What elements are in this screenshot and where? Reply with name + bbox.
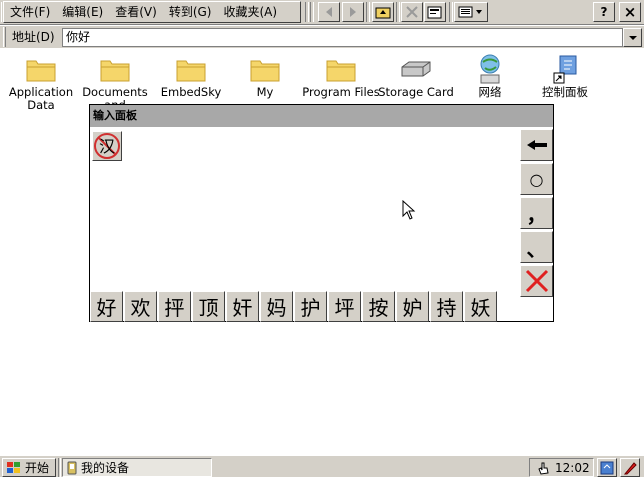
start-button[interactable]: 开始 [2, 458, 56, 477]
forward-arrow-icon [350, 7, 356, 17]
icon-label: EmbedSky [160, 85, 222, 99]
icon-my[interactable]: My [228, 52, 302, 99]
back-arrow-icon [326, 7, 332, 17]
start-label: 开始 [25, 461, 50, 475]
menu-bar: 文件(F) 编辑(E) 查看(V) 转到(G) 收藏夹(A) [3, 1, 301, 23]
red-x-icon [525, 269, 548, 293]
enumeration-comma-key[interactable]: 、 [520, 231, 553, 263]
file-list: ApplicationData Documentsand EmbedSky My… [0, 52, 644, 112]
toolbar-separator [396, 2, 400, 22]
icon-control-panel[interactable]: 控制面板 [528, 52, 602, 99]
candidate-key[interactable]: 欢 [124, 291, 157, 322]
storage-card-icon [396, 52, 436, 86]
candidate-key[interactable]: 妒 [396, 291, 429, 322]
up-folder-icon [375, 7, 391, 19]
icon-label: Storage Card [378, 85, 454, 99]
address-input[interactable]: 你好 [62, 28, 623, 47]
address-bar: 地址(D) 你好 [0, 26, 644, 48]
close-button[interactable]: × [619, 2, 641, 22]
view-menu-icon [458, 6, 482, 18]
forward-button[interactable] [342, 2, 364, 22]
chinese-mode-icon: 汉 [94, 133, 120, 159]
view-menu-button[interactable] [454, 2, 488, 22]
desktop-switch-button[interactable] [597, 458, 617, 477]
icon-storage-card[interactable]: Storage Card [378, 52, 454, 99]
input-panel-title: 输入面板 [90, 105, 553, 127]
menu-edit[interactable]: 编辑(E) [56, 2, 109, 22]
candidate-key[interactable]: 顶 [192, 291, 225, 322]
icon-label: Application Data [8, 85, 74, 112]
delete-x-icon [406, 6, 418, 18]
candidate-key[interactable]: 抨 [158, 291, 191, 322]
backspace-key[interactable] [520, 129, 553, 161]
period-key[interactable]: ○ [520, 163, 553, 195]
close-panel-key[interactable] [520, 265, 553, 297]
icon-label: Program Files [302, 85, 380, 99]
candidate-key[interactable]: 按 [362, 291, 395, 322]
menu-file[interactable]: 文件(F) [4, 2, 56, 22]
task-button-label: 我的设备 [81, 461, 130, 475]
icon-documents[interactable]: Documentsand [78, 52, 152, 112]
clock[interactable]: 12:02 [555, 461, 590, 475]
input-panel: 输入面板 汉 ○ ， 、 好 欢 抨 顶 奸 妈 护 坪 按 妒 持 妖 [89, 104, 554, 322]
candidate-key[interactable]: 好 [90, 291, 123, 322]
icon-label: My [256, 85, 274, 99]
icon-program-files[interactable]: Program Files [302, 52, 380, 99]
icon-embedsky[interactable]: EmbedSky [154, 52, 228, 99]
candidate-key[interactable]: 妖 [464, 291, 497, 322]
icon-network[interactable]: 网络 [453, 52, 527, 99]
side-keys: ○ ， 、 [520, 129, 553, 299]
desktop-icon [600, 461, 614, 474]
help-button[interactable]: ? [593, 2, 615, 22]
candidate-key[interactable]: 奸 [226, 291, 259, 322]
icon-application-data[interactable]: Application Data [4, 52, 78, 112]
toolbar-separator [305, 2, 309, 22]
candidate-key[interactable]: 妈 [260, 291, 293, 322]
candidate-key[interactable]: 坪 [328, 291, 361, 322]
toolbar-separator [449, 2, 453, 22]
task-button-my-device[interactable]: 我的设备 [62, 458, 212, 477]
properties-icon [427, 6, 442, 19]
windows-logo-icon [7, 461, 20, 473]
chinese-mode-button[interactable]: 汉 [92, 131, 122, 161]
folder-icon [95, 52, 135, 86]
toolbar-separator [310, 2, 314, 22]
grip [3, 27, 6, 47]
system-tray: 12:02 [529, 458, 594, 477]
address-dropdown-button[interactable] [623, 28, 642, 47]
taskbar: 开始 我的设备 12:02 [0, 455, 644, 477]
svg-text:汉: 汉 [99, 137, 115, 156]
network-icon [470, 52, 510, 86]
menu-toolbar-bar: 文件(F) 编辑(E) 查看(V) 转到(G) 收藏夹(A) ? × [0, 0, 644, 25]
toolbar-separator [366, 2, 370, 22]
chevron-down-icon [628, 35, 637, 40]
touch-hand-icon[interactable] [535, 460, 551, 476]
comma-key[interactable]: ， [520, 197, 553, 229]
menu-go[interactable]: 转到(G) [163, 2, 218, 22]
menu-view[interactable]: 查看(V) [109, 2, 163, 22]
mouse-cursor-icon [402, 200, 416, 220]
backspace-arrow-icon [526, 140, 547, 150]
pen-icon [623, 461, 637, 474]
up-folder-button[interactable] [372, 2, 394, 22]
delete-button[interactable] [401, 2, 423, 22]
properties-button[interactable] [424, 2, 446, 22]
icon-label: 网络 [478, 85, 502, 99]
icon-label: 控制面板 [542, 85, 588, 99]
folder-icon [321, 52, 361, 86]
folder-icon [21, 52, 61, 86]
address-label: 地址(D) [12, 30, 55, 44]
folder-icon [245, 52, 285, 86]
back-button[interactable] [318, 2, 340, 22]
folder-icon [171, 52, 211, 86]
candidate-key[interactable]: 护 [294, 291, 327, 322]
device-icon [67, 461, 77, 474]
candidate-key[interactable]: 持 [430, 291, 463, 322]
taskbar-separator [58, 458, 61, 477]
input-panel-toggle-button[interactable] [620, 458, 640, 477]
control-panel-icon [545, 52, 585, 86]
menu-favorites[interactable]: 收藏夹(A) [217, 2, 283, 22]
candidate-row: 好 欢 抨 顶 奸 妈 护 坪 按 妒 持 妖 [90, 291, 498, 323]
